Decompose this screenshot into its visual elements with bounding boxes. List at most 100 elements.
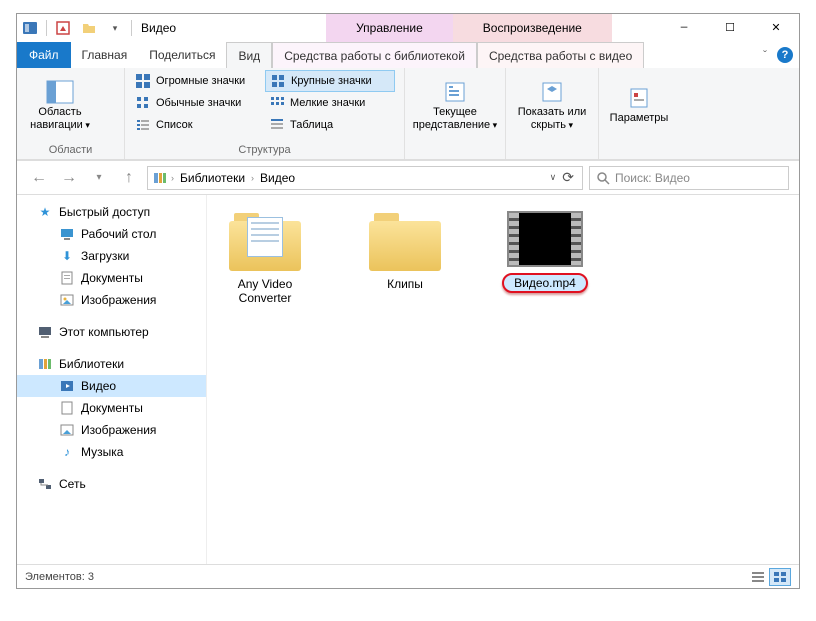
context-tab-manage[interactable]: Управление: [326, 14, 453, 42]
music-icon: ♪: [59, 444, 75, 460]
navigation-pane-icon: [46, 80, 74, 104]
collapse-ribbon-icon[interactable]: ˇ: [763, 48, 767, 62]
sidebar-item-pictures[interactable]: Изображения: [17, 289, 206, 311]
folder-any-video-converter[interactable]: Any Video Converter: [215, 211, 315, 305]
content-area: Any Video Converter Клипы Видео.mp4: [207, 195, 799, 564]
minimize-button[interactable]: —: [661, 14, 707, 42]
sidebar-head-libraries[interactable]: Библиотеки: [17, 353, 206, 375]
thispc-icon: [37, 324, 53, 340]
tab-file[interactable]: Файл: [17, 42, 71, 68]
refresh-icon[interactable]: ⟳: [562, 169, 574, 186]
qat-dropdown-icon[interactable]: ▾: [103, 16, 127, 40]
folder-label: Any Video Converter: [215, 277, 315, 305]
sidebar-head-network[interactable]: Сеть: [17, 473, 206, 495]
current-view-label: Текущее представление: [409, 106, 501, 132]
search-icon: [596, 171, 610, 185]
file-video-mp4[interactable]: Видео.mp4: [495, 211, 595, 293]
tab-video-tools[interactable]: Средства работы с видео: [477, 42, 644, 68]
context-tab-group: Управление Воспроизведение: [326, 14, 612, 42]
layout-extra-large-label: Огромные значки: [156, 75, 245, 87]
downloads-icon: ⬇: [59, 248, 75, 264]
list-icon: [135, 117, 151, 133]
crumb-libraries[interactable]: Библиотеки: [177, 171, 248, 185]
status-count: Элементов: 3: [25, 571, 94, 583]
explorer-window: ▾ Видео Управление Воспроизведение — ☐ ✕…: [16, 13, 800, 589]
tab-share[interactable]: Поделиться: [138, 42, 226, 68]
layout-medium[interactable]: Обычные значки: [131, 92, 261, 114]
maximize-button[interactable]: ☐: [707, 14, 753, 42]
back-button[interactable]: ←: [27, 166, 51, 190]
layout-details[interactable]: Таблица: [265, 114, 395, 136]
current-view-button[interactable]: Текущее представление: [405, 70, 505, 142]
address-dropdown-icon[interactable]: ∨: [550, 172, 557, 183]
tab-view[interactable]: Вид: [226, 42, 272, 68]
new-folder-icon[interactable]: [77, 16, 101, 40]
sidebar-item-video[interactable]: Видео: [17, 375, 206, 397]
location-libraries-icon: [152, 170, 168, 186]
ribbon-group-currentview: Текущее представление: [405, 68, 506, 159]
status-view-switcher: [747, 568, 791, 586]
folder-icon: [229, 211, 301, 271]
libraries-icon: [37, 356, 53, 372]
app-icon: [18, 16, 42, 40]
sidebar-item-documents-lib[interactable]: Документы: [17, 397, 206, 419]
sidebar-item-desktop[interactable]: Рабочий стол: [17, 223, 206, 245]
group-label-layout: Структура: [125, 144, 404, 159]
documents-icon: [59, 270, 75, 286]
sidebar-libraries: Библиотеки Видео Документы Изображения ♪…: [17, 353, 206, 463]
help-icon[interactable]: ?: [777, 47, 793, 63]
sidebar-head-thispc[interactable]: Этот компьютер: [17, 321, 206, 343]
address-bar[interactable]: › Библиотеки › Видео ∨ ⟳: [147, 166, 583, 190]
context-tab-play[interactable]: Воспроизведение: [453, 14, 612, 42]
sidebar-quick-access: ★ Быстрый доступ Рабочий стол ⬇Загрузки …: [17, 201, 206, 311]
video-lib-icon: [59, 378, 75, 394]
properties-icon[interactable]: [51, 16, 75, 40]
address-strip: ← → ▾ ↑ › Библиотеки › Видео ∨ ⟳ Поиск: …: [17, 160, 799, 194]
ribbon-group-layout: Огромные значки Крупные значки Обычные з…: [125, 68, 405, 159]
recent-locations-button[interactable]: ▾: [87, 166, 111, 190]
layout-extra-large[interactable]: Огромные значки: [131, 70, 261, 92]
navigation-pane-button[interactable]: Область навигации: [17, 70, 103, 142]
window-controls: — ☐ ✕: [661, 14, 799, 42]
layout-small[interactable]: Мелкие значки: [265, 92, 395, 114]
layout-list-label: Список: [156, 119, 193, 131]
video-file-icon: [507, 211, 583, 267]
forward-button[interactable]: →: [57, 166, 81, 190]
folder-label: Клипы: [387, 277, 423, 291]
navigation-pane: ★ Быстрый доступ Рабочий стол ⬇Загрузки …: [17, 195, 207, 564]
quick-access-toolbar: ▾: [17, 14, 128, 42]
sidebar-item-downloads[interactable]: ⬇Загрузки: [17, 245, 206, 267]
show-hide-button[interactable]: Показать или скрыть: [506, 70, 598, 142]
sidebar-item-music-lib[interactable]: ♪Музыка: [17, 441, 206, 463]
status-view-icons[interactable]: [769, 568, 791, 586]
layout-medium-label: Обычные значки: [156, 97, 241, 109]
network-icon: [37, 476, 53, 492]
sidebar-item-pictures-lib[interactable]: Изображения: [17, 419, 206, 441]
status-view-details[interactable]: [747, 568, 769, 586]
crumb-sep: ›: [251, 173, 254, 183]
sidebar-item-documents[interactable]: Документы: [17, 267, 206, 289]
tab-library-tools[interactable]: Средства работы с библиотекой: [272, 42, 477, 68]
crumb-video[interactable]: Видео: [257, 171, 298, 185]
address-right: ∨ ⟳: [546, 169, 578, 186]
xlarge-icons-icon: [135, 73, 151, 89]
pictures-icon: [59, 292, 75, 308]
layout-details-label: Таблица: [290, 119, 333, 131]
layout-large[interactable]: Крупные значки: [265, 70, 395, 92]
search-box[interactable]: Поиск: Видео: [589, 166, 789, 190]
folder-clips[interactable]: Клипы: [355, 211, 455, 291]
close-button[interactable]: ✕: [753, 14, 799, 42]
layout-large-label: Крупные значки: [291, 75, 372, 87]
documents-icon: [59, 400, 75, 416]
options-label: Параметры: [610, 112, 669, 125]
sidebar-head-quick[interactable]: ★ Быстрый доступ: [17, 201, 206, 223]
titlebar: ▾ Видео Управление Воспроизведение — ☐ ✕: [17, 14, 799, 42]
ribbon: Область навигации Области Огромные значк…: [17, 68, 799, 160]
star-icon: ★: [37, 204, 53, 220]
crumb-sep: ›: [171, 173, 174, 183]
up-button[interactable]: ↑: [117, 166, 141, 190]
tab-home[interactable]: Главная: [71, 42, 139, 68]
options-button[interactable]: Параметры: [599, 70, 679, 142]
folder-icon: [369, 211, 441, 271]
layout-list[interactable]: Список: [131, 114, 261, 136]
